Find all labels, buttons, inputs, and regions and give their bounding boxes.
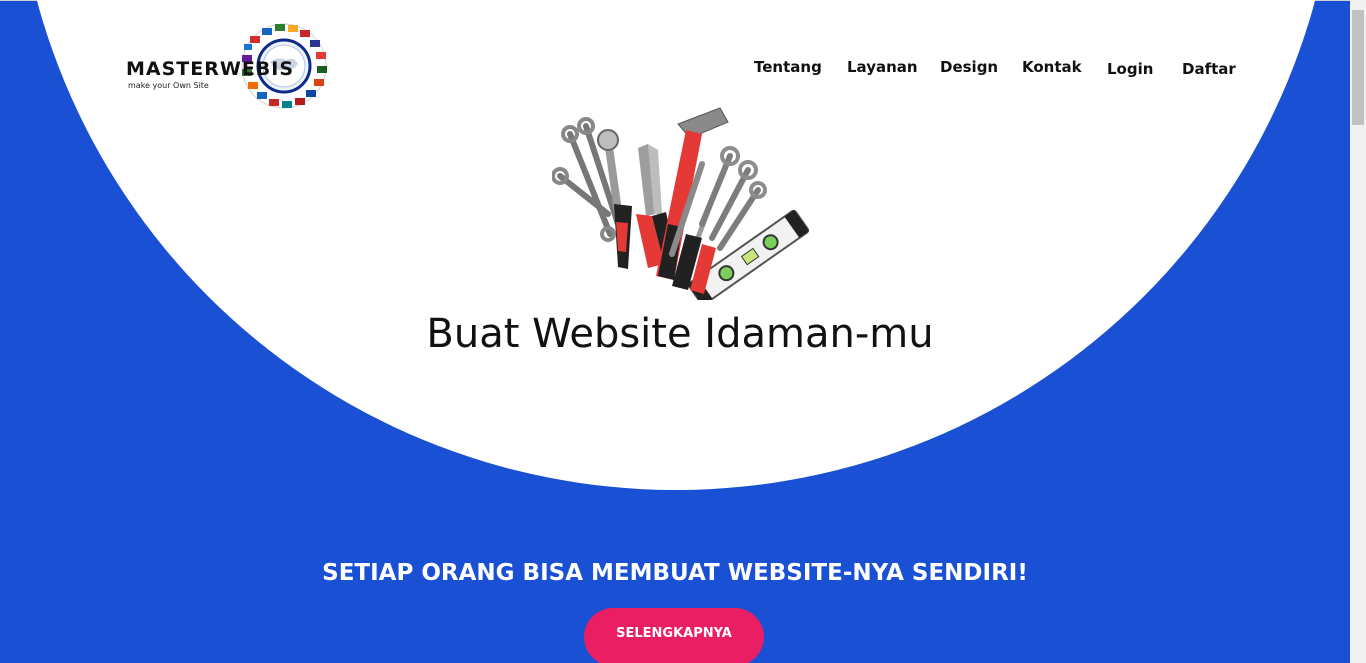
vertical-scrollbar[interactable]	[1350, 0, 1366, 663]
tools-icon	[552, 107, 810, 300]
nav-item-tentang[interactable]: Tentang	[754, 58, 822, 76]
nav-item-layanan[interactable]: Layanan	[847, 58, 918, 76]
nav-item-design[interactable]: Design	[940, 58, 998, 76]
main-nav: Tentang Layanan Design Kontak Login Daft…	[730, 54, 1240, 84]
selengkapnya-button[interactable]: SELENGKAPNYA	[584, 608, 764, 663]
brand-tagline: make your Own Site	[128, 81, 209, 90]
page: MASTERWEBIS make your Own Site Tentang L…	[0, 0, 1366, 663]
scrollbar-thumb[interactable]	[1352, 10, 1364, 125]
brand-name: MASTERWEBIS	[126, 58, 295, 80]
brand-logo[interactable]: MASTERWEBIS make your Own Site	[126, 22, 332, 114]
nav-item-kontak[interactable]: Kontak	[1022, 58, 1082, 76]
hero-title: Buat Website Idaman-mu	[426, 311, 934, 357]
nav-item-login[interactable]: Login	[1107, 60, 1153, 78]
section-heading: SETIAP ORANG BISA MEMBUAT WEBSITE-NYA SE…	[322, 560, 1028, 586]
nav-item-daftar[interactable]: Daftar	[1182, 60, 1236, 78]
